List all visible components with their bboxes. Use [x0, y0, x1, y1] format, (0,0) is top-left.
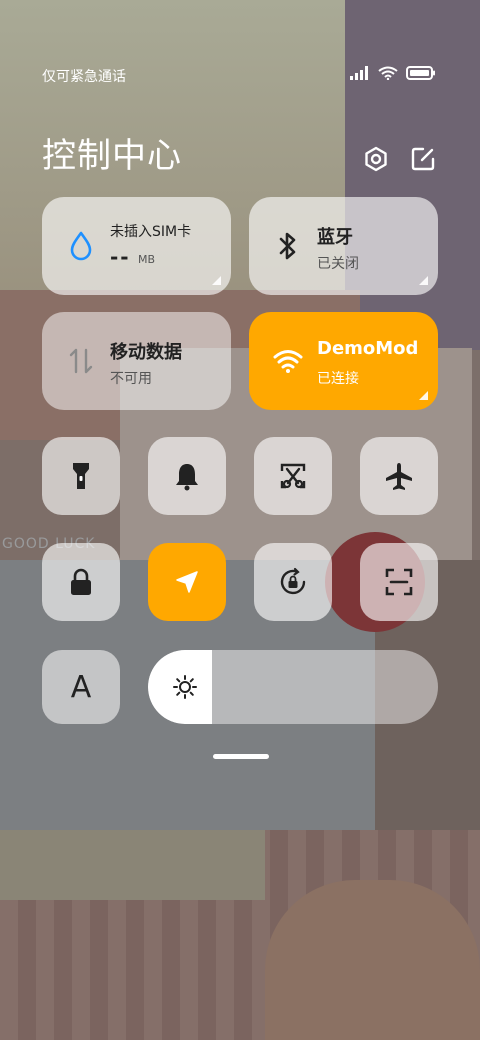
screenshot-toggle[interactable] — [254, 437, 332, 515]
sun-icon — [173, 675, 197, 699]
bluetooth-icon — [273, 231, 303, 261]
page-title: 控制中心 — [42, 136, 182, 176]
airplane-icon — [386, 463, 412, 490]
wifi-status: 已连接 — [317, 371, 359, 387]
sim-data-value: -- — [110, 245, 131, 269]
wallpaper-panel — [345, 0, 480, 350]
rotation-lock-icon — [280, 567, 306, 595]
settings-icon — [365, 146, 387, 172]
bluetooth-status: 已关闭 — [317, 256, 359, 272]
drag-handle[interactable] — [213, 754, 269, 759]
bluetooth-label: 蓝牙 — [317, 227, 353, 248]
expand-corner-icon — [419, 276, 428, 285]
mobile-data-label: 移动数据 — [110, 342, 182, 363]
settings-button[interactable] — [363, 146, 389, 172]
wallpaper-panel — [0, 830, 265, 900]
lock-icon — [71, 568, 91, 595]
mobile-data-status: 不可用 — [110, 371, 152, 387]
auto-brightness-button[interactable]: A — [42, 650, 120, 724]
wifi-status-icon — [378, 66, 398, 80]
carrier-status: 仅可紧急通话 — [42, 69, 126, 85]
wifi-tile[interactable]: DemoMod 已连接 — [249, 312, 438, 410]
edit-button[interactable] — [410, 146, 436, 172]
water-drop-icon — [66, 231, 96, 261]
rotation-lock-toggle[interactable] — [254, 543, 332, 621]
ring-toggle[interactable] — [148, 437, 226, 515]
sim-label: 未插入SIM卡 — [110, 224, 192, 240]
bell-icon — [176, 464, 198, 491]
lock-toggle[interactable] — [42, 543, 120, 621]
expand-corner-icon — [419, 391, 428, 400]
brightness-slider[interactable] — [148, 650, 438, 724]
signal-icon — [350, 66, 368, 80]
flashlight-toggle[interactable] — [42, 437, 120, 515]
edit-icon — [411, 147, 435, 171]
sim-data-tile[interactable]: 未插入SIM卡 -- MB — [42, 197, 231, 295]
scan-icon — [385, 568, 413, 596]
scanner-toggle[interactable] — [360, 543, 438, 621]
sim-data-unit: MB — [138, 253, 156, 266]
mobile-data-tile[interactable]: 移动数据 不可用 — [42, 312, 231, 410]
location-toggle[interactable] — [148, 543, 226, 621]
bluetooth-tile[interactable]: 蓝牙 已关闭 — [249, 197, 438, 295]
data-arrows-icon — [66, 346, 96, 376]
wallpaper-panel — [265, 880, 480, 1040]
wifi-network-name: DemoMod — [317, 338, 419, 359]
status-icons — [350, 66, 436, 80]
airplane-toggle[interactable] — [360, 437, 438, 515]
battery-icon — [406, 66, 435, 80]
location-arrow-icon — [176, 571, 198, 593]
wifi-icon — [273, 346, 303, 376]
flashlight-icon — [73, 463, 89, 489]
auto-brightness-label: A — [70, 669, 92, 705]
expand-corner-icon — [212, 276, 221, 285]
scissors-screenshot-icon — [280, 463, 306, 489]
